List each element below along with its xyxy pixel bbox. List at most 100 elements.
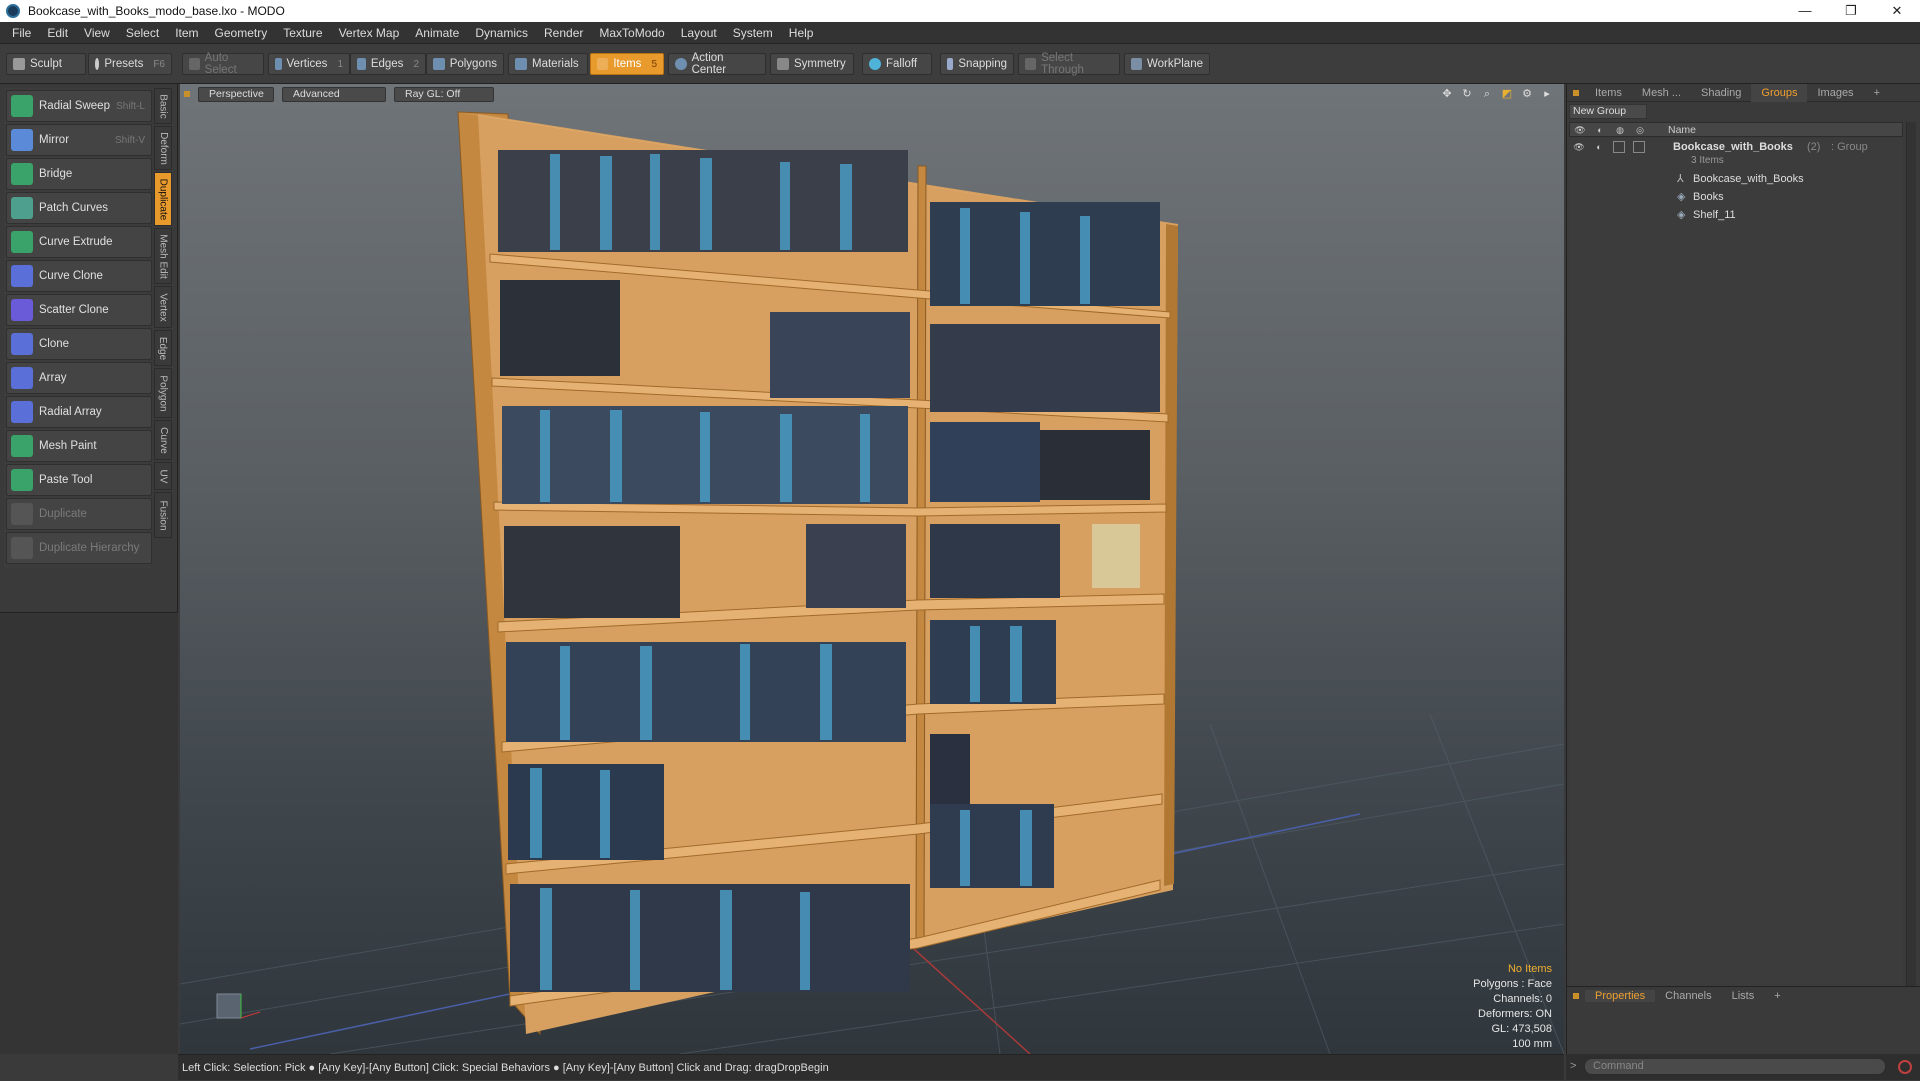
tab-shading[interactable]: Shading bbox=[1691, 84, 1751, 102]
tool-category-tabs: Basic Deform Duplicate Mesh Edit Vertex … bbox=[154, 88, 172, 568]
symmetry-icon bbox=[777, 58, 789, 70]
tab-polygon[interactable]: Polygon bbox=[154, 368, 172, 418]
tool-array[interactable]: Array bbox=[6, 362, 152, 394]
tab-uv[interactable]: UV bbox=[154, 462, 172, 490]
menu-system[interactable]: System bbox=[725, 22, 781, 44]
action-center-button[interactable]: Action Center bbox=[668, 52, 766, 76]
menu-file[interactable]: File bbox=[4, 22, 39, 44]
select-through-button[interactable]: Select Through bbox=[1018, 52, 1120, 76]
tool-radial-array[interactable]: Radial Array bbox=[6, 396, 152, 428]
menu-texture[interactable]: Texture bbox=[275, 22, 330, 44]
materials-button[interactable]: Materials bbox=[508, 53, 588, 75]
tab-curve[interactable]: Curve bbox=[154, 420, 172, 460]
menu-render[interactable]: Render bbox=[536, 22, 591, 44]
menu-dynamics[interactable]: Dynamics bbox=[467, 22, 536, 44]
menu-select[interactable]: Select bbox=[118, 22, 167, 44]
command-prompt-icon: > bbox=[1570, 1060, 1577, 1072]
props-menu-dot[interactable] bbox=[1573, 993, 1579, 999]
visibility-column-icon[interactable]: 👁 bbox=[1574, 124, 1586, 136]
bookcase-model[interactable] bbox=[457, 111, 1178, 1036]
tab-mesh[interactable]: Mesh ... bbox=[1632, 84, 1691, 102]
items-button[interactable]: Items 5 bbox=[590, 53, 664, 75]
curve-extrude-icon bbox=[11, 231, 33, 253]
3d-viewport[interactable]: Perspective Advanced Ray GL: Off ✥ ↻ ⌕ ◩… bbox=[180, 84, 1564, 1054]
select-column-icon[interactable]: ◎ bbox=[1634, 124, 1646, 136]
tool-mirror[interactable]: Mirror Shift-V bbox=[6, 124, 152, 156]
tab-groups[interactable]: Groups bbox=[1751, 83, 1808, 102]
tree-item-bookcase[interactable]: ⅄ Bookcase_with_Books bbox=[1569, 170, 1903, 188]
action-center-icon bbox=[675, 58, 687, 70]
mesh-icon: ◈ bbox=[1677, 191, 1686, 203]
tool-duplicate-hierarchy[interactable]: Duplicate Hierarchy bbox=[6, 532, 152, 564]
mesh-icon: ◈ bbox=[1677, 209, 1686, 221]
sculpt-button[interactable]: Sculpt bbox=[6, 53, 86, 75]
tab-fusion[interactable]: Fusion bbox=[154, 492, 172, 538]
grid-scale: 100 mm bbox=[1512, 1038, 1552, 1050]
tool-curve-clone[interactable]: Curve Clone bbox=[6, 260, 152, 292]
tool-bridge[interactable]: Bridge bbox=[6, 158, 152, 190]
tool-scatter-clone[interactable]: Scatter Clone bbox=[6, 294, 152, 326]
tool-paste-tool[interactable]: Paste Tool bbox=[6, 464, 152, 496]
tool-mesh-paint[interactable]: Mesh Paint bbox=[6, 430, 152, 462]
polygons-button[interactable]: Polygons bbox=[426, 53, 504, 75]
tool-duplicate[interactable]: Duplicate bbox=[6, 498, 152, 530]
tree-item-shelf[interactable]: ◈ Shelf_11 bbox=[1569, 206, 1903, 224]
menu-animate[interactable]: Animate bbox=[407, 22, 467, 44]
menu-vertex-map[interactable]: Vertex Map bbox=[331, 22, 408, 44]
selection-info: No Items bbox=[1507, 963, 1552, 975]
tool-curve-extrude[interactable]: Curve Extrude bbox=[6, 226, 152, 258]
command-input[interactable]: Command bbox=[1584, 1058, 1886, 1075]
tab-edge[interactable]: Edge bbox=[154, 330, 172, 366]
tab-lists[interactable]: Lists bbox=[1722, 990, 1765, 1002]
maximize-button[interactable]: ❐ bbox=[1828, 0, 1874, 22]
menu-geometry[interactable]: Geometry bbox=[207, 22, 276, 44]
stop-command-icon[interactable] bbox=[1898, 1060, 1912, 1074]
presets-button[interactable]: Presets F6 bbox=[88, 53, 172, 75]
snapping-icon bbox=[947, 58, 954, 70]
menu-maxtomodo[interactable]: MaxToModo bbox=[591, 22, 672, 44]
workplane-button[interactable]: WorkPlane bbox=[1124, 53, 1210, 75]
lock-column-icon[interactable]: ◍ bbox=[1614, 124, 1626, 136]
tree-item-books[interactable]: ◈ Books bbox=[1569, 188, 1903, 206]
tool-clone[interactable]: Clone bbox=[6, 328, 152, 360]
channels-info: Channels: 0 bbox=[1493, 993, 1552, 1005]
tab-duplicate[interactable]: Duplicate bbox=[154, 172, 172, 226]
menu-help[interactable]: Help bbox=[781, 22, 822, 44]
panel-menu-dot[interactable] bbox=[1573, 89, 1579, 96]
render-column-icon[interactable]: ◐ bbox=[1594, 124, 1606, 136]
tab-channels[interactable]: Channels bbox=[1655, 990, 1721, 1002]
close-button[interactable]: ✕ bbox=[1874, 0, 1920, 22]
menu-layout[interactable]: Layout bbox=[673, 22, 725, 44]
status-bar: Left Click: Selection: Pick ● [Any Key]-… bbox=[178, 1054, 1564, 1080]
modo-app-icon bbox=[6, 4, 20, 18]
auto-select-button[interactable]: Auto Select bbox=[182, 52, 264, 76]
auto-select-icon bbox=[189, 58, 200, 70]
new-group-button[interactable]: New Group bbox=[1569, 104, 1647, 119]
vertices-button[interactable]: Vertices 1 bbox=[268, 53, 350, 75]
tool-radial-sweep[interactable]: Radial Sweep Shift-L bbox=[6, 90, 152, 122]
menu-view[interactable]: View bbox=[76, 22, 118, 44]
symmetry-button[interactable]: Symmetry bbox=[770, 53, 854, 75]
tab-items[interactable]: Items bbox=[1585, 84, 1632, 102]
add-props-tab-button[interactable]: + bbox=[1764, 990, 1790, 1002]
title-bar: Bookcase_with_Books_modo_base.lxo - MODO… bbox=[0, 0, 1920, 22]
tab-vertex[interactable]: Vertex bbox=[154, 286, 172, 328]
tab-basic[interactable]: Basic bbox=[154, 88, 172, 124]
menu-edit[interactable]: Edit bbox=[39, 22, 76, 44]
add-tab-button[interactable]: + bbox=[1864, 84, 1890, 102]
falloff-button[interactable]: Falloff bbox=[862, 53, 932, 75]
snapping-button[interactable]: Snapping bbox=[940, 53, 1014, 75]
name-column-header[interactable]: Name bbox=[1668, 124, 1696, 136]
edges-button[interactable]: Edges 2 bbox=[350, 53, 426, 75]
scatter-clone-icon bbox=[11, 299, 33, 321]
tab-mesh-edit[interactable]: Mesh Edit bbox=[154, 228, 172, 284]
tab-deform[interactable]: Deform bbox=[154, 126, 172, 170]
groups-scrollbar[interactable] bbox=[1906, 122, 1916, 1070]
viewport-stats: No Items Polygons : Face Channels: 0 Def… bbox=[1473, 962, 1552, 1052]
tool-patch-curves[interactable]: Patch Curves bbox=[6, 192, 152, 224]
menu-item[interactable]: Item bbox=[167, 22, 206, 44]
tab-images[interactable]: Images bbox=[1807, 84, 1863, 102]
duplicate-tools-panel: Radial Sweep Shift-L Mirror Shift-V Bridge… bbox=[4, 88, 152, 568]
tab-properties[interactable]: Properties bbox=[1585, 990, 1656, 1002]
minimize-button[interactable]: — bbox=[1782, 0, 1828, 22]
